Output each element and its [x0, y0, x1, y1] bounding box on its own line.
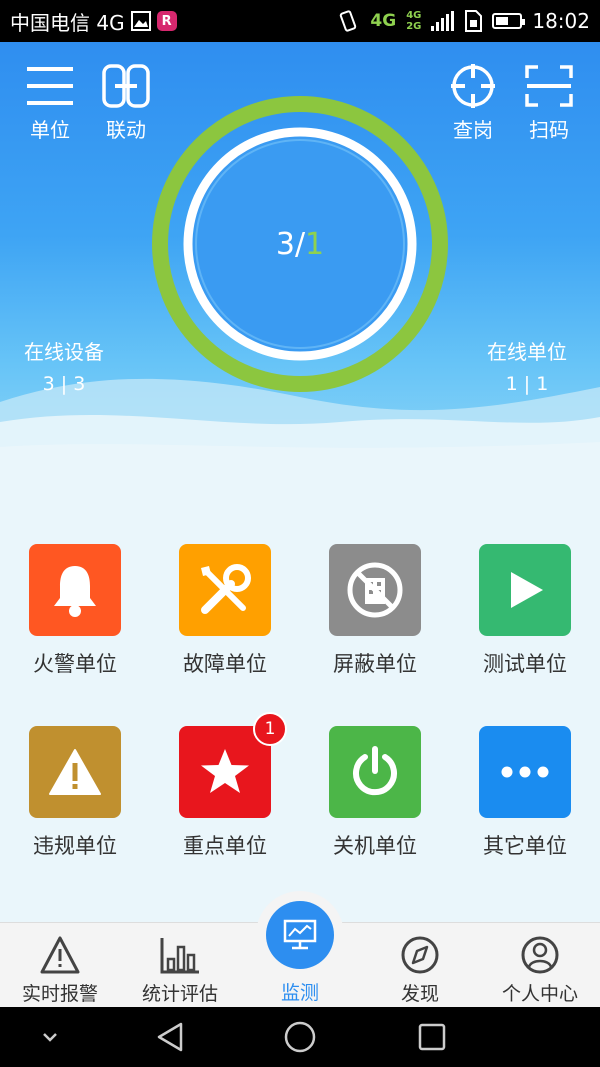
recents-square-icon — [418, 1023, 446, 1051]
online-units-label: 在线单位 — [487, 340, 567, 364]
fault-units-label: 故障单位 — [183, 652, 267, 676]
nav-monitor[interactable] — [256, 891, 344, 979]
carrier-label: 中国电信 4G — [10, 10, 125, 35]
fire-alarm-units-tile[interactable]: 火警单位 — [0, 530, 150, 678]
online-devices-label: 在线设备 — [24, 340, 104, 364]
network-type-small: 4G 2G — [406, 10, 422, 32]
shutdown-units-tile[interactable]: 关机单位 — [300, 712, 450, 860]
scan-button[interactable]: 扫码 — [514, 64, 584, 143]
hero-panel: 单位 联动 查岗 扫码 3/1 在线设备 3 | 3 在线单位 1 | 1 — [0, 42, 600, 472]
online-units-value: 1 | 1 — [505, 373, 549, 395]
star-icon — [201, 749, 249, 793]
nav-statistics-label: 统计评估 — [141, 983, 218, 1005]
battery-icon — [492, 13, 526, 29]
violation-units-icon-box — [29, 726, 121, 818]
other-units-label: 其它单位 — [483, 834, 567, 858]
bottom-nav: 实时报警 统计评估 监测 发现 个人中心 — [0, 891, 600, 1008]
fault-units-icon-box — [179, 544, 271, 636]
network-type: 4G — [370, 11, 397, 31]
clock: 18:02 — [532, 9, 590, 33]
recents-button[interactable] — [402, 1007, 462, 1067]
online-devices-stat: 在线设备 3 | 3 — [24, 336, 104, 395]
shielded-units-label: 屏蔽单位 — [333, 652, 417, 676]
shutdown-units-label: 关机单位 — [333, 834, 417, 858]
units-button-label: 单位 — [30, 118, 70, 142]
online-units-stat: 在线单位 1 | 1 — [487, 336, 567, 395]
monitor-icon — [283, 919, 317, 950]
hide-nav-button[interactable] — [30, 1007, 70, 1067]
shielded-units-icon-box — [329, 544, 421, 636]
tools-icon — [201, 564, 251, 614]
key-units-icon-box: 1 — [179, 712, 287, 818]
status-bar: 中国电信 4G R 4G 4G 2G 18:02 — [0, 0, 600, 42]
bell-icon — [54, 566, 96, 617]
nav-discover-label: 发现 — [400, 983, 439, 1005]
test-units-label: 测试单位 — [483, 652, 567, 676]
app-badge-icon: R — [156, 11, 177, 31]
image-icon — [130, 11, 151, 31]
blocked-building-icon — [347, 562, 403, 618]
compass-icon — [401, 936, 439, 974]
units-button[interactable]: 单位 — [15, 64, 85, 143]
violation-units-tile[interactable]: 违规单位 — [0, 712, 150, 860]
ring-online-count: 3 — [275, 226, 295, 262]
nav-monitor-circle — [266, 901, 334, 969]
ring-separator: / — [294, 226, 306, 262]
other-units-icon-box — [479, 726, 571, 818]
key-units-label: 重点单位 — [183, 834, 267, 858]
link-icon — [102, 64, 150, 108]
nav-profile[interactable]: 个人中心 — [480, 923, 600, 1008]
shielded-units-tile[interactable]: 屏蔽单位 — [300, 530, 450, 678]
nav-statistics[interactable]: 统计评估 — [120, 923, 240, 1008]
signal-icon — [431, 11, 455, 31]
nav-discover[interactable]: 发现 — [360, 923, 480, 1008]
crosshair-icon — [451, 64, 495, 108]
vibrate-icon — [340, 10, 357, 32]
violation-units-label: 违规单位 — [33, 834, 117, 858]
home-circle-icon — [284, 1021, 316, 1053]
fire-alarm-units-icon-box — [29, 544, 121, 636]
test-units-tile[interactable]: 测试单位 — [450, 530, 600, 678]
nav-monitor-label: 监测 — [280, 982, 319, 1004]
fault-units-tile[interactable]: 故障单位 — [150, 530, 300, 678]
shutdown-units-icon-box — [329, 726, 421, 818]
warning-icon — [49, 749, 101, 795]
scan-icon — [525, 65, 573, 107]
menu-icon — [27, 67, 73, 105]
nav-profile-label: 个人中心 — [501, 983, 578, 1005]
play-icon — [511, 572, 543, 608]
alarm-icon — [40, 936, 80, 974]
key-units-badge: 1 — [253, 712, 287, 746]
home-button[interactable] — [270, 1007, 330, 1067]
more-icon — [501, 766, 549, 778]
chart-icon — [160, 938, 199, 974]
online-devices-value: 3 | 3 — [42, 373, 86, 395]
ring-total-count: 1 — [305, 226, 325, 262]
system-nav-bar — [0, 1007, 600, 1067]
sim-icon — [465, 10, 483, 32]
chevron-down-icon — [43, 1033, 57, 1042]
scan-label: 扫码 — [529, 118, 569, 142]
other-units-tile[interactable]: 其它单位 — [450, 712, 600, 860]
fire-alarm-units-label: 火警单位 — [33, 652, 117, 676]
back-triangle-icon — [157, 1022, 183, 1052]
back-button[interactable] — [140, 1007, 200, 1067]
test-units-icon-box — [479, 544, 571, 636]
user-icon — [521, 936, 559, 974]
nav-realtime-alarm[interactable]: 实时报警 — [0, 923, 120, 1008]
ring-count: 3/1 — [150, 94, 450, 394]
nav-realtime-alarm-label: 实时报警 — [21, 983, 98, 1005]
power-icon — [353, 746, 397, 796]
key-units-tile[interactable]: 1 重点单位 — [150, 712, 300, 860]
